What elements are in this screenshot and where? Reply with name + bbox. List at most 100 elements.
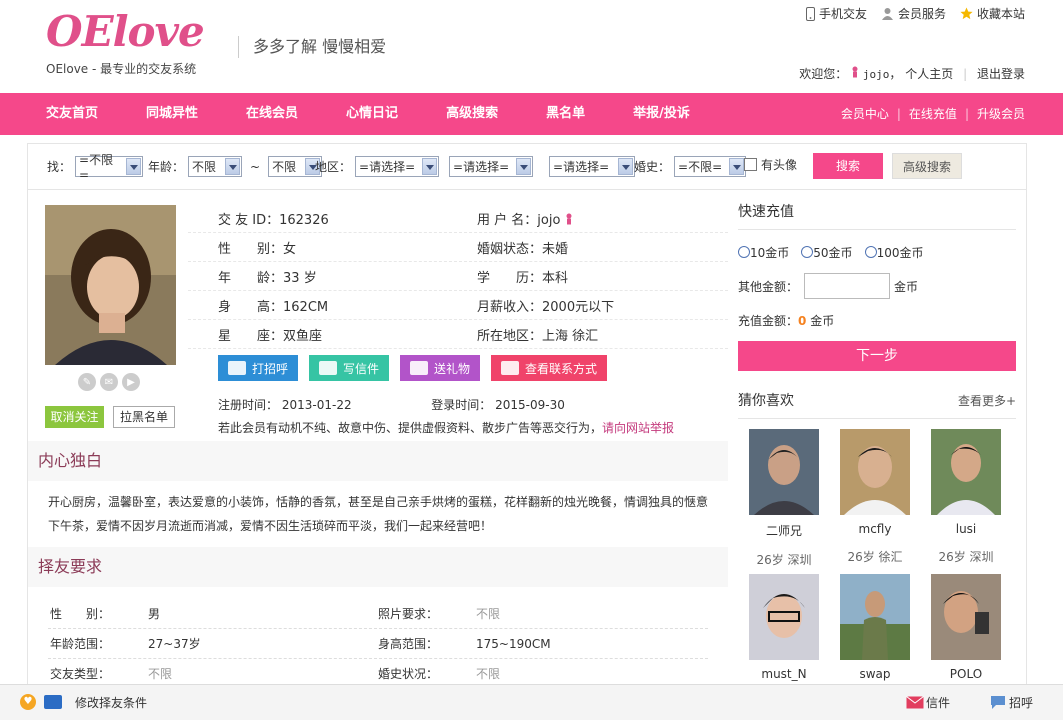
send-gift-button[interactable]: 送礼物 [400, 355, 481, 381]
nav-local[interactable]: 同城异性 [146, 93, 198, 135]
info-cell: 学 历：本科 [447, 267, 706, 286]
member-avatar[interactable] [749, 429, 819, 515]
info-cell: 用 户 名：jojo [447, 209, 706, 228]
recharge-option-50[interactable]: 50金币 [801, 244, 853, 261]
site-logo[interactable]: OElove OElove - 最专业的交友系统 [46, 10, 205, 77]
profile-photo[interactable] [45, 205, 176, 365]
member-service-link[interactable]: 会员服务 [881, 5, 946, 22]
blacklist-button[interactable]: 拉黑名单 [113, 406, 175, 428]
member-center-link[interactable]: 会员中心 [841, 107, 889, 121]
search-button[interactable]: 搜索 [813, 153, 883, 179]
gift-icon [410, 361, 429, 375]
has-photo-checkbox[interactable] [744, 158, 757, 171]
recharge-options: 10金币 50金币 100金币 [738, 244, 1016, 261]
nav-online[interactable]: 在线会员 [246, 93, 298, 135]
write-letter-button[interactable]: 写信件 [309, 355, 390, 381]
info-key-age: 年 龄： [218, 270, 284, 286]
recharge-option-100[interactable]: 100金币 [864, 244, 923, 261]
nav-search[interactable]: 高级搜索 [446, 93, 498, 135]
recharge-link[interactable]: 在线充值 [909, 107, 957, 121]
info-cell: 所在地区：上海 徐汇 [447, 325, 706, 344]
age-from-select[interactable]: 不限 [188, 156, 243, 177]
list-item[interactable]: 二师兄 26岁 深圳 [749, 429, 819, 574]
info-key-height: 身 高： [218, 299, 284, 315]
star-icon [960, 7, 973, 20]
marriage-select[interactable]: =不限= [674, 156, 747, 177]
area-province-value: =请选择= [359, 160, 416, 174]
mobile-link[interactable]: 手机交友 [805, 5, 867, 22]
member-avatar[interactable] [840, 574, 910, 660]
recharge-option-10[interactable]: 10金币 [738, 244, 789, 261]
greet-button[interactable]: 打招呼 [218, 355, 299, 381]
bottom-toolbar: ♥ 修改择友条件 信件 招呼 [0, 684, 1063, 720]
nav-diary[interactable]: 心情日记 [346, 93, 398, 135]
play-icon[interactable]: ▶ [122, 373, 140, 391]
area-province-select[interactable]: =请选择= [355, 156, 440, 177]
info-cell: 月薪收入：2000元以下 [447, 296, 706, 315]
member-avatar[interactable] [840, 429, 910, 515]
member-avatar[interactable] [749, 574, 819, 660]
info-row: 身 高：162CM 月薪收入：2000元以下 [188, 291, 728, 320]
area-city-value: =请选择= [453, 160, 510, 174]
member-meta: 26岁 徐汇 [847, 550, 903, 564]
req-value: 175~190CM [476, 636, 551, 651]
login-label: 登录时间： [431, 398, 492, 412]
unfollow-button[interactable]: 取消关注 [45, 406, 104, 428]
advanced-search-button[interactable]: 高级搜索 [892, 153, 962, 179]
age-to-select[interactable]: 不限 [268, 156, 323, 177]
other-amount-input[interactable] [804, 273, 891, 299]
info-row: 交 友 ID：162326 用 户 名：jojo [188, 204, 728, 233]
info-key-marital: 婚姻状态： [477, 241, 543, 257]
nav-blacklist[interactable]: 黑名单 [546, 93, 585, 135]
recharge-option-label: 50金币 [813, 246, 853, 260]
member-name[interactable]: POLO [931, 667, 1001, 681]
area-district-select[interactable]: =请选择= [549, 156, 636, 177]
heart-icon[interactable]: ♥ [20, 694, 36, 710]
radio-icon [738, 246, 750, 258]
table-row: 年龄范围： 27~37岁 身高范围： 175~190CM [48, 629, 708, 659]
view-more-link[interactable]: 查看更多+ [958, 383, 1016, 419]
info-value-zodiac: 双鱼座 [283, 328, 323, 344]
report-link[interactable]: 请向网站举报 [602, 421, 674, 435]
next-step-button[interactable]: 下一步 [738, 341, 1016, 371]
member-name[interactable]: 二师兄 [749, 522, 819, 539]
view-contact-button[interactable]: 查看联系方式 [491, 355, 608, 381]
upgrade-link[interactable]: 升级会员 [977, 107, 1025, 121]
edit-icon[interactable]: ✎ [78, 373, 96, 391]
card-icon[interactable] [44, 695, 62, 709]
greet-toolbar-button[interactable]: 招呼 [989, 694, 1033, 711]
info-value-income: 2000元以下 [542, 299, 615, 315]
info-value-age: 33 岁 [283, 270, 317, 286]
write-letter-label: 写信件 [343, 361, 380, 376]
member-avatar[interactable] [931, 574, 1001, 660]
bookmark-link[interactable]: 收藏本站 [960, 5, 1025, 22]
amount-label: 充值金额： [738, 314, 799, 328]
photo-tools: ✎ ✉ ▶ [78, 373, 140, 391]
info-cell: 交 友 ID：162326 [188, 209, 447, 228]
member-avatar[interactable] [931, 429, 1001, 515]
mail-icon[interactable]: ✉ [100, 373, 118, 391]
nav-home[interactable]: 交友首页 [46, 93, 98, 135]
member-name[interactable]: lusi [931, 522, 1001, 536]
age-from-value: 不限 [192, 160, 217, 174]
edit-criteria-link[interactable]: 修改择友条件 [75, 694, 147, 711]
top-links: 手机交友 会员服务 收藏本站 [805, 5, 1025, 22]
find-select[interactable]: =不限= [75, 153, 144, 182]
logout-link[interactable]: 退出登录 [977, 67, 1025, 81]
welcome-user[interactable]: jojo [863, 68, 890, 81]
member-name[interactable]: must_N [749, 667, 819, 681]
marriage-label: 婚史： [634, 160, 671, 174]
my-home-link[interactable]: 个人主页 [905, 67, 953, 81]
greet-label: 打招呼 [252, 361, 289, 376]
member-name[interactable]: mcfly [840, 522, 910, 536]
list-item[interactable]: mcfly 26岁 徐汇 [840, 429, 910, 574]
envelope-icon [906, 696, 924, 709]
list-item[interactable]: lusi 26岁 深圳 [931, 429, 1001, 574]
member-name[interactable]: swap [840, 667, 910, 681]
mail-button[interactable]: 信件 [906, 694, 950, 711]
req-value: 男 [148, 607, 161, 621]
nav-report[interactable]: 举报/投诉 [633, 93, 690, 135]
area-city-select[interactable]: =请选择= [449, 156, 534, 177]
other-amount-label: 其他金额： [738, 279, 799, 294]
requirements-table: 性 别： 男 照片要求： 不限 年龄范围： 27~37岁 身高范围： 175~1… [48, 599, 708, 689]
